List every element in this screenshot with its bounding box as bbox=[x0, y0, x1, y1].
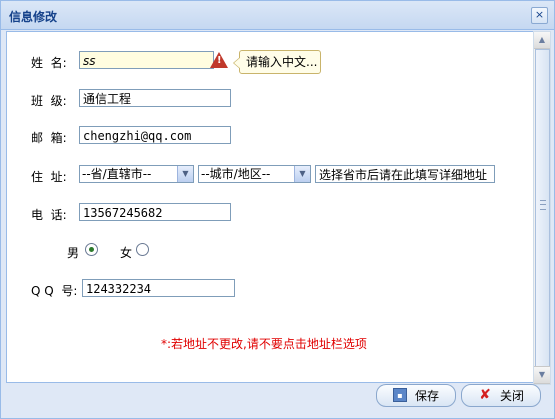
city-selected: --城市/地区-- bbox=[201, 167, 271, 181]
scroll-down-icon[interactable]: ▼ bbox=[534, 366, 550, 384]
close-button-label: 关闭 bbox=[500, 389, 525, 403]
chevron-down-icon[interactable]: ▼ bbox=[294, 166, 310, 182]
email-label: 邮 箱: bbox=[31, 131, 67, 145]
grip-icon bbox=[540, 200, 546, 210]
save-button-label: 保存 bbox=[415, 389, 440, 403]
save-button[interactable]: ▪ 保存 bbox=[376, 384, 456, 407]
gender-female-radio[interactable] bbox=[136, 243, 149, 256]
tooltip-text: 请输入中文... bbox=[246, 55, 318, 69]
qq-field[interactable]: 124332234 bbox=[82, 279, 235, 297]
vertical-scrollbar[interactable]: ▲ ▼ bbox=[533, 31, 551, 385]
qq-label: Q Q 号: bbox=[31, 284, 78, 298]
gender-male-radio[interactable] bbox=[85, 243, 98, 256]
chevron-down-icon[interactable]: ▼ bbox=[177, 166, 193, 182]
phone-value: 13567245682 bbox=[83, 206, 163, 220]
dialog-title: 信息修改 bbox=[9, 10, 58, 24]
phone-label: 电 话: bbox=[31, 208, 67, 222]
close-button[interactable]: ✘ 关闭 bbox=[461, 384, 541, 407]
dialog-footer: ▪ 保存 ✘ 关闭 bbox=[1, 384, 554, 418]
address-detail-value: 选择省市后请在此填写详细地址 bbox=[319, 168, 488, 182]
address-detail-field[interactable]: 选择省市后请在此填写详细地址 bbox=[315, 165, 495, 183]
class-field[interactable]: 通信工程 bbox=[79, 89, 231, 107]
name-field[interactable]: ss bbox=[79, 51, 214, 69]
address-note: *:若地址不更改,请不要点击地址栏选项 bbox=[161, 337, 367, 351]
email-field[interactable]: chengzhi@qq.com bbox=[79, 126, 231, 144]
name-label: 姓 名: bbox=[31, 56, 67, 70]
gender-female-label: 女 bbox=[120, 246, 133, 260]
scroll-up-icon[interactable]: ▲ bbox=[534, 32, 550, 49]
form-panel: 姓 名: ss 班 级: 通信工程 邮 箱: chengzhi@qq.com 住… bbox=[6, 31, 535, 383]
phone-field[interactable]: 13567245682 bbox=[79, 203, 231, 221]
class-label: 班 级: bbox=[31, 94, 67, 108]
province-selected: --省/直辖市-- bbox=[82, 167, 152, 181]
qq-value: 124332234 bbox=[86, 282, 152, 296]
email-value: chengzhi@qq.com bbox=[83, 129, 192, 143]
edit-info-dialog: 信息修改 × 姓 名: ss 班 级: 通信工程 邮 箱: chengzhi@q… bbox=[0, 0, 555, 419]
gender-male-label: 男 bbox=[67, 246, 80, 260]
city-select[interactable]: --城市/地区-- ▼ bbox=[198, 165, 311, 183]
name-validation-tooltip: 请输入中文... bbox=[233, 50, 321, 74]
class-value: 通信工程 bbox=[83, 92, 132, 106]
warning-icon: ! bbox=[210, 52, 228, 68]
floppy-disk-icon: ▪ bbox=[393, 388, 407, 402]
dialog-close-icon[interactable]: × bbox=[531, 7, 548, 24]
scrollbar-thumb[interactable] bbox=[535, 49, 550, 367]
dialog-titlebar[interactable]: 信息修改 × bbox=[1, 1, 554, 30]
address-label: 住 址: bbox=[31, 170, 67, 184]
name-value: ss bbox=[83, 54, 96, 68]
province-select[interactable]: --省/直辖市-- ▼ bbox=[79, 165, 194, 183]
close-x-icon: ✘ bbox=[479, 387, 491, 403]
